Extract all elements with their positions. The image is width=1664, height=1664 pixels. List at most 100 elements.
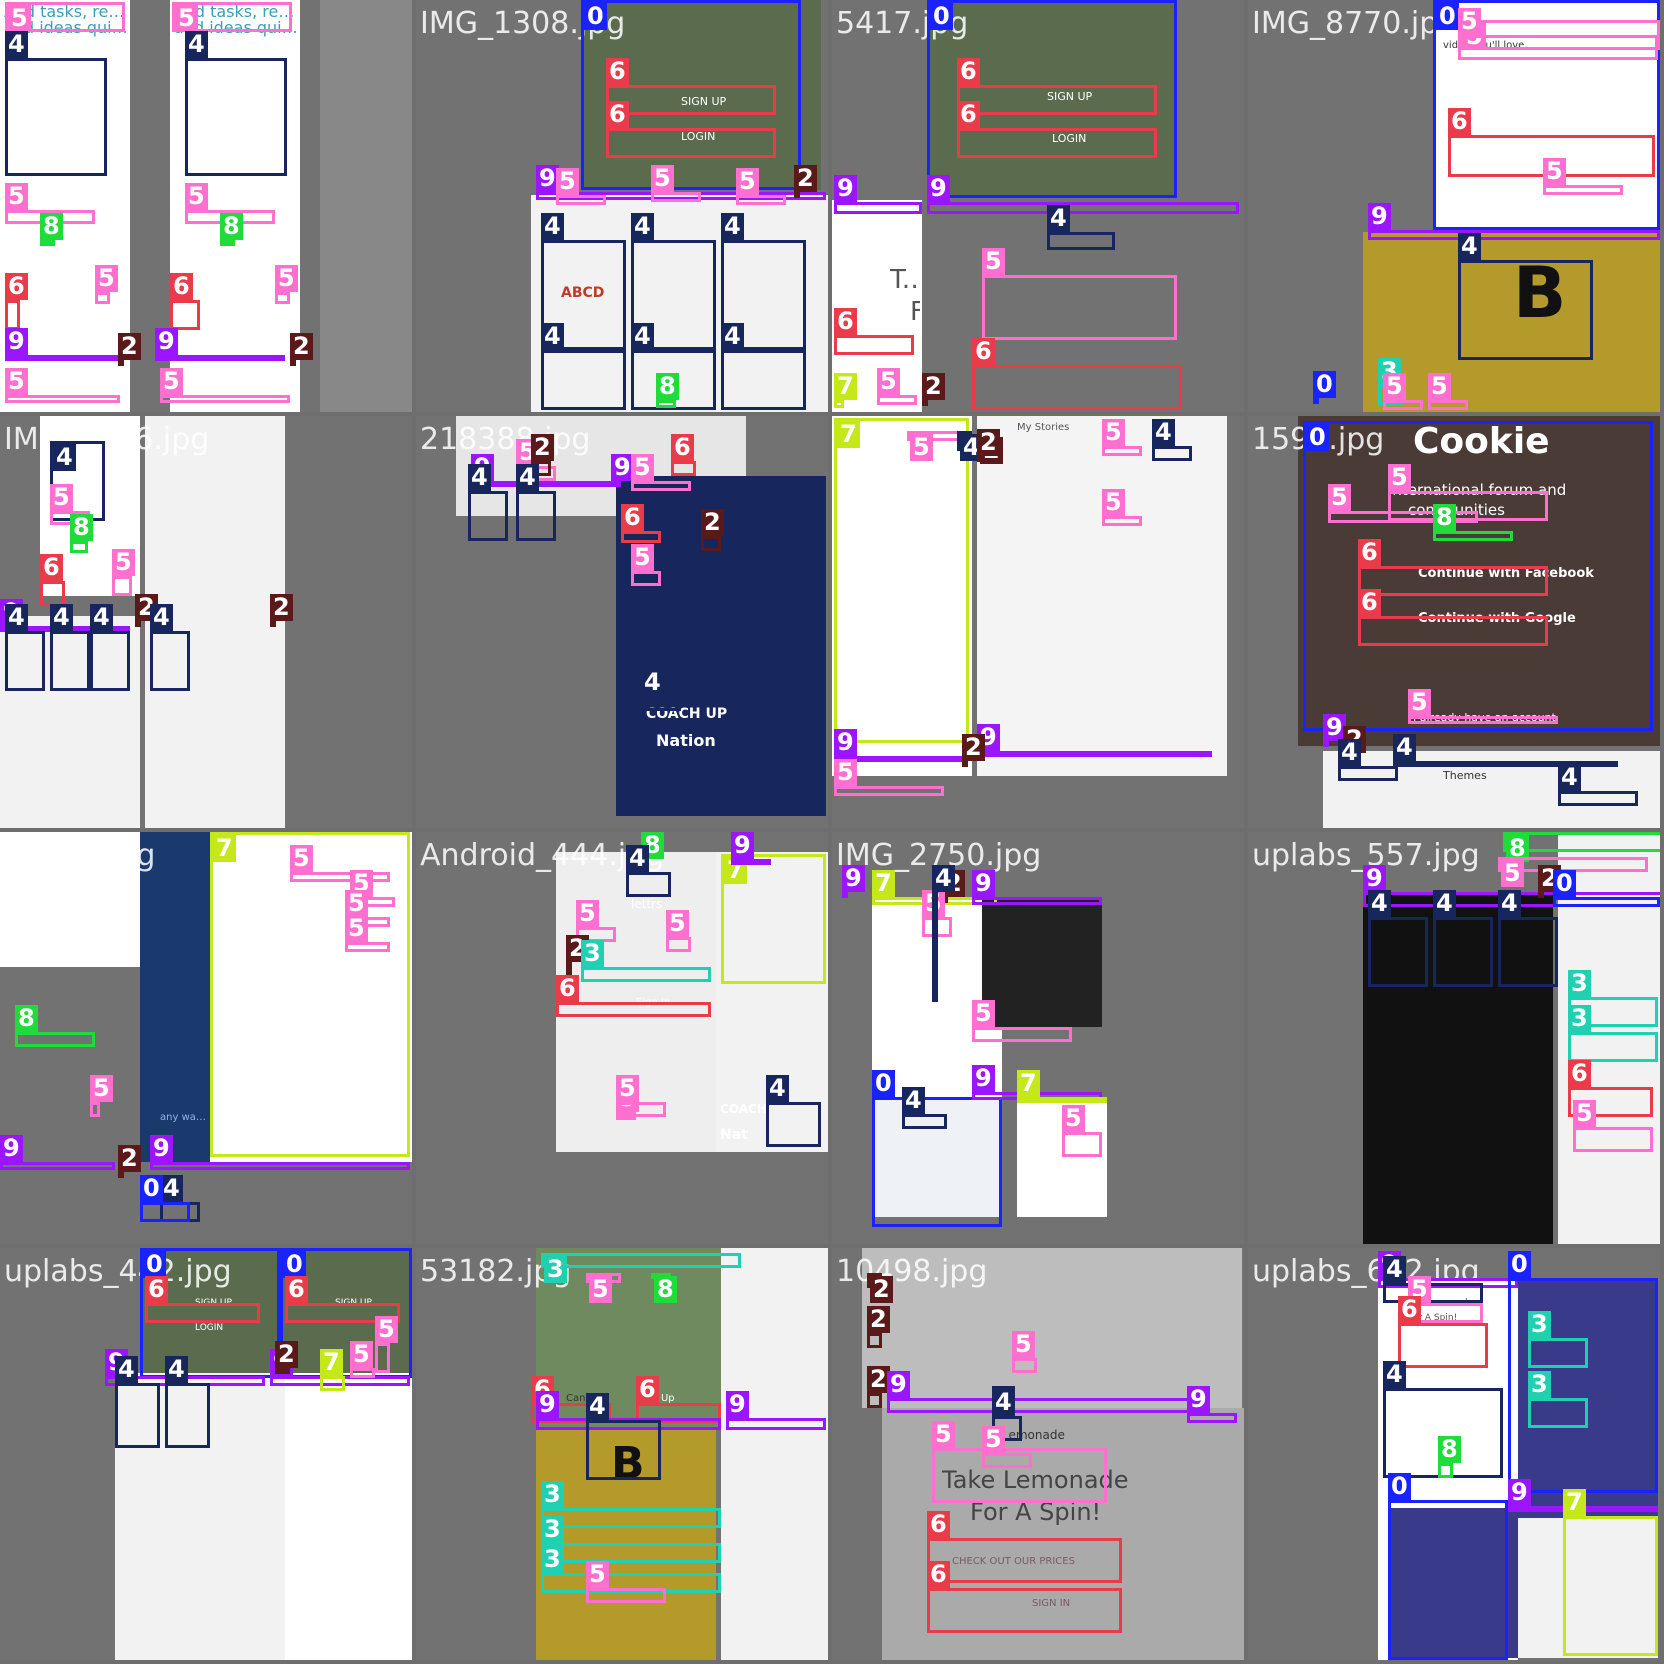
- annotation-box: 4: [932, 865, 955, 1002]
- annotation-label: 5: [290, 845, 313, 872]
- annotation-label: 4: [902, 1087, 925, 1114]
- annotation-box: 3: [1528, 1311, 1588, 1368]
- annotation-label: 9: [887, 1371, 910, 1398]
- annotation-box: 5: [1573, 1100, 1653, 1152]
- annotation-box: 6: [957, 58, 1157, 115]
- annotation-label: 9: [834, 175, 857, 202]
- annotation-label: 5: [175, 5, 198, 32]
- annotation-box: 5: [631, 544, 661, 586]
- annotation-label: 2: [922, 373, 945, 400]
- annotation-label: 9: [972, 870, 995, 897]
- annotation-box: 2: [290, 333, 313, 366]
- annotation-label: 4: [1558, 764, 1581, 791]
- annotation-box: 4: [1433, 890, 1493, 987]
- annotation-label: 8: [654, 1276, 677, 1303]
- annotation-label: 5: [736, 168, 759, 195]
- annotation-box: 5: [1458, 8, 1658, 60]
- annotation-label: 9: [842, 865, 865, 892]
- annotation-box: 0: [1313, 371, 1336, 404]
- annotation-label: 4: [115, 1356, 138, 1383]
- annotation-label: 5: [90, 1075, 113, 1102]
- annotation-box: 4: [150, 604, 190, 691]
- annotation-box: 2: [867, 1306, 890, 1348]
- annotation-label: 3: [541, 1546, 564, 1573]
- annotation-label: 6: [1358, 589, 1381, 616]
- annotation-label: 5: [932, 1421, 955, 1448]
- annotation-label: 4: [50, 604, 73, 631]
- annotation-box: 4: [1498, 890, 1558, 987]
- annotation-box: 5: [834, 759, 944, 796]
- annotation-label: 8: [656, 373, 679, 400]
- annotation-box: 9: [726, 1391, 826, 1430]
- annotation-box: 5: [345, 915, 390, 952]
- annotation-label: 5: [1458, 8, 1481, 35]
- annotation-box: 9: [611, 454, 634, 487]
- annotation-box: 4: [541, 323, 626, 410]
- annotation-box: 2: [922, 373, 945, 406]
- annotation-box: 5: [1408, 689, 1558, 724]
- annotation-box: 5: [1383, 373, 1423, 410]
- annotation-box: 3: [1568, 1005, 1658, 1062]
- annotation-box: 4: [1338, 739, 1398, 781]
- annotation-box: 6: [606, 101, 776, 158]
- annotation-box: 3: [581, 940, 711, 982]
- annotation-box: 9: [842, 865, 865, 898]
- annotation-label: 6: [145, 1276, 168, 1303]
- annotation-box: 7: [834, 418, 969, 743]
- annotation-box: 6: [927, 1561, 1122, 1633]
- annotation-label: 5: [350, 1341, 373, 1368]
- annotation-label: 9: [5, 328, 28, 355]
- annotation-label: 2: [701, 509, 724, 536]
- annotation-label: 6: [927, 1561, 950, 1588]
- annotation-label: 5: [160, 368, 183, 395]
- mosaic-tile: Add tasks, remindand ideas quicklyAdd ta…: [0, 0, 412, 412]
- annotation-box: 5: [275, 265, 298, 304]
- annotation-label: 2: [118, 1145, 141, 1172]
- annotation-box: 2: [867, 1366, 890, 1408]
- annotation-label: 4: [1152, 419, 1175, 446]
- annotation-label: 0: [1508, 1251, 1531, 1278]
- annotation-label: 2: [275, 1341, 298, 1368]
- annotation-label: 5: [1328, 484, 1351, 511]
- annotation-box: 5: [616, 1075, 666, 1117]
- annotation-label: 6: [1358, 539, 1381, 566]
- annotation-label: 3: [1568, 1005, 1591, 1032]
- annotation-label: 2: [118, 333, 141, 360]
- annotation-box: 6: [145, 1276, 260, 1323]
- screenshot-text: My Stories: [1017, 422, 1070, 433]
- annotation-box: 5: [1428, 373, 1468, 410]
- annotation-box: 2: [794, 165, 817, 198]
- mosaic-tile: Cookie International forum and communities…: [1248, 416, 1660, 828]
- annotation-label: 5: [586, 1561, 609, 1588]
- annotation-box: 5: [1062, 1105, 1102, 1157]
- annotation-label: 6: [5, 273, 28, 300]
- annotation-label: 2: [270, 594, 293, 621]
- annotation-box: 9: [977, 724, 1212, 757]
- annotation-label: 2: [977, 429, 1000, 456]
- annotation-box: 4: [1368, 890, 1428, 987]
- annotation-box: 5: [666, 910, 691, 952]
- annotation-label: 6: [927, 1511, 950, 1538]
- annotation-box: 9: [834, 175, 922, 214]
- annotation-label: 5: [185, 183, 208, 210]
- annotation-box: 8: [40, 213, 63, 246]
- annotation-label: 5: [631, 544, 654, 571]
- annotation-label: 9: [927, 175, 950, 202]
- screenshot-text: any way beyond: [160, 1112, 208, 1123]
- annotation-box: 6: [621, 504, 661, 543]
- annotation-label: 4: [631, 323, 654, 350]
- annotation-box: 7: [1017, 1070, 1107, 1103]
- annotation-label: 4: [160, 1175, 183, 1202]
- annotation-box: 9: [5, 328, 120, 361]
- annotation-label: 5: [5, 368, 28, 395]
- annotation-label: 8: [1438, 1436, 1461, 1463]
- annotation-label: 4: [5, 604, 28, 631]
- annotation-label: 9: [1187, 1386, 1210, 1413]
- screenshot-text: lettrs: [631, 897, 663, 911]
- annotation-label: 5: [576, 900, 599, 927]
- annotation-label: 3: [544, 1256, 567, 1283]
- annotation-label: 6: [957, 58, 980, 85]
- annotation-label: 5: [1428, 373, 1451, 400]
- annotation-box: 4: [721, 323, 806, 410]
- annotation-box: 6: [671, 434, 696, 476]
